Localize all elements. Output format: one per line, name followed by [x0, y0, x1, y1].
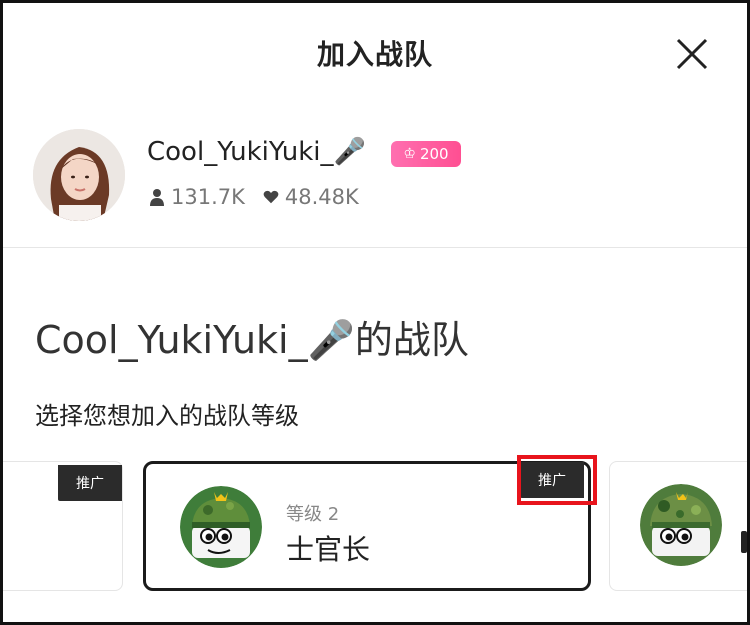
- followers-count: 131.7K: [171, 185, 245, 209]
- team-subtitle: 选择您想加入的战队等级: [35, 402, 299, 430]
- army-mascot-icon: [180, 486, 262, 568]
- close-icon[interactable]: [675, 37, 709, 71]
- avatar[interactable]: [33, 129, 125, 221]
- heart-icon: [263, 190, 279, 204]
- crown-icon: ♔: [403, 146, 416, 162]
- likes-count: 48.48K: [284, 185, 359, 209]
- highlight-box: [517, 455, 597, 505]
- promo-tag: 推广: [58, 465, 122, 501]
- join-team-panel: 加入战队 Cool_YukiYuki_🎤 ♔ 200 131.7K 48.48K…: [0, 0, 750, 625]
- tier-name: 士官长: [286, 533, 371, 566]
- level-badge: ♔ 200: [391, 141, 461, 167]
- level-value: 200: [419, 145, 449, 163]
- likes-stat: 48.48K: [263, 185, 359, 209]
- army-mascot-icon: [640, 484, 722, 566]
- tier-level-label: 等级 2: [286, 504, 340, 525]
- tier-card-previous[interactable]: 推广: [3, 461, 123, 591]
- profile-name: Cool_YukiYuki_🎤: [147, 137, 366, 167]
- profile-stats: 131.7K 48.48K: [149, 185, 377, 209]
- scroll-edge-indicator: [741, 531, 747, 553]
- team-title: Cool_YukiYuki_🎤的战队: [35, 318, 469, 362]
- divider: [3, 247, 747, 248]
- followers-stat: 131.7K: [149, 185, 245, 209]
- person-icon: [150, 189, 164, 206]
- page-title: 加入战队: [316, 38, 433, 71]
- tier-card-next[interactable]: [609, 461, 747, 591]
